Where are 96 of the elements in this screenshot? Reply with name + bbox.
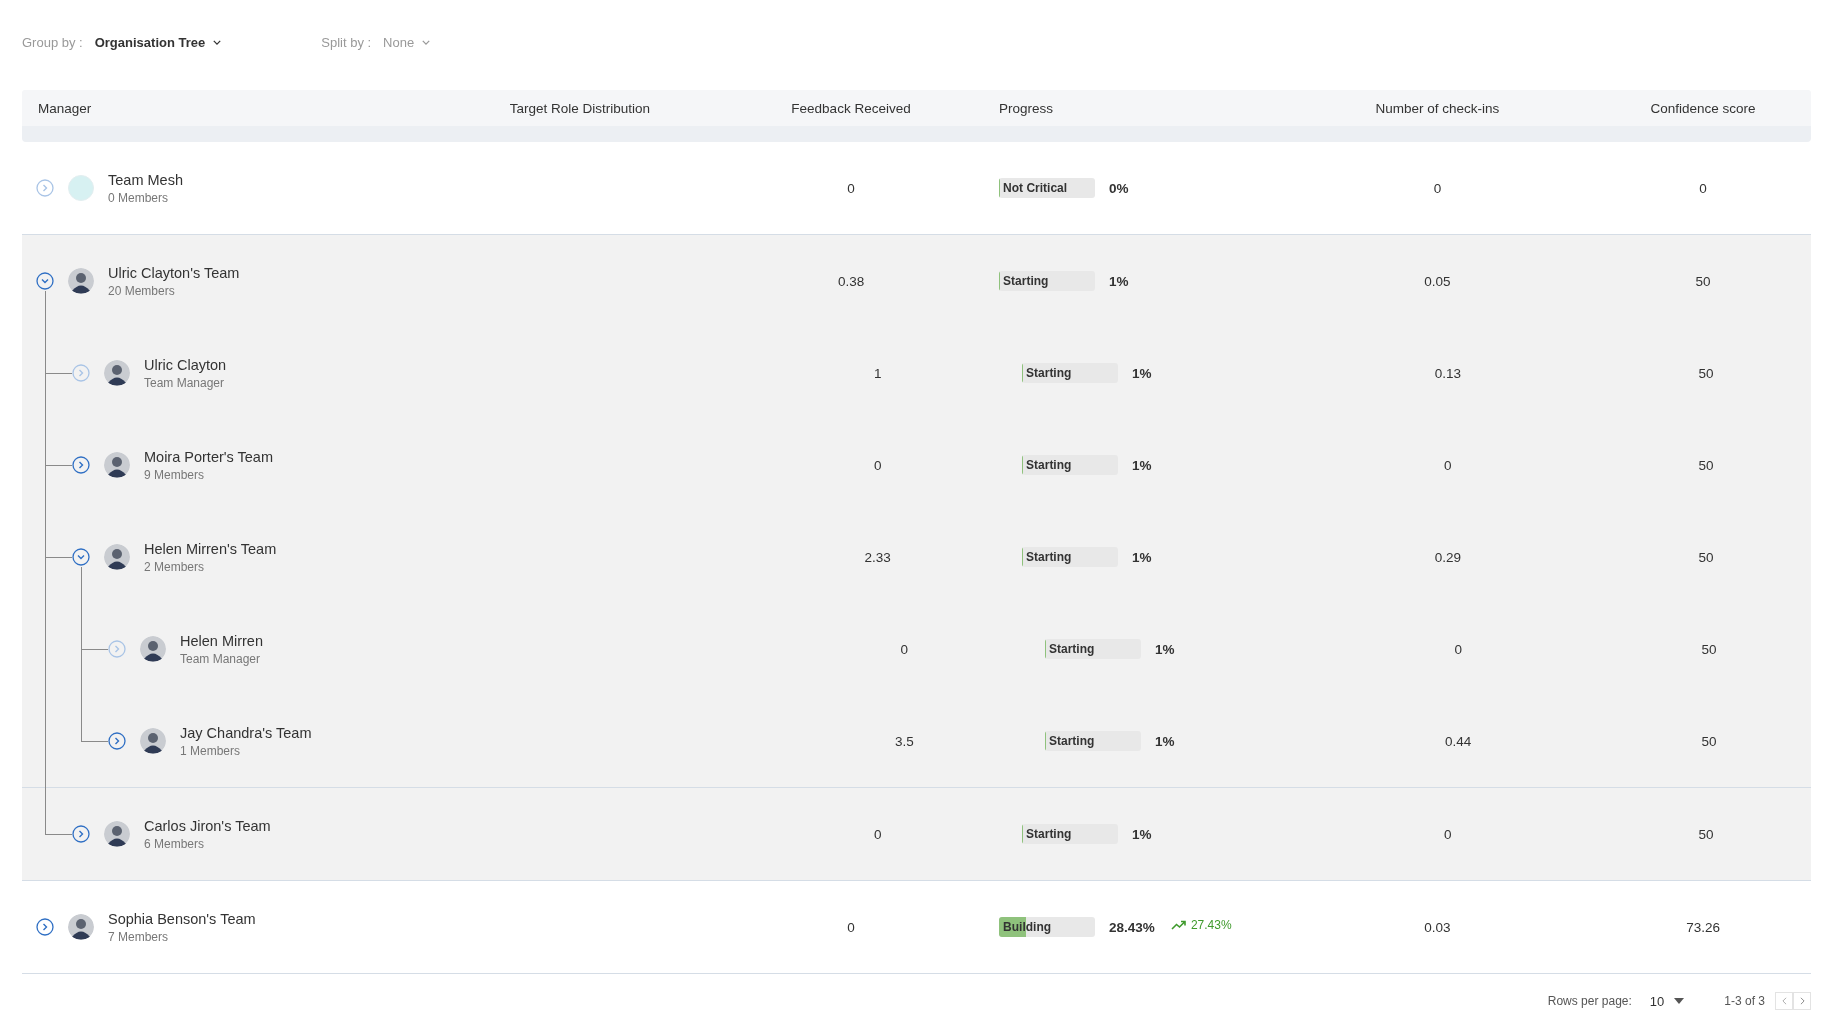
- team-name: Carlos Jiron's Team: [144, 817, 271, 834]
- checkins-value: 0: [1433, 180, 1442, 196]
- feedback-value: 0: [847, 919, 855, 935]
- member-count: 1 Members: [180, 743, 242, 758]
- avatar-icon: [68, 268, 94, 294]
- avatar-icon: [140, 636, 166, 662]
- expand-toggle[interactable]: [72, 456, 90, 474]
- feedback-value: 1: [873, 365, 882, 381]
- expand-toggle[interactable]: [36, 272, 54, 290]
- confidence-value: 50: [1701, 733, 1717, 749]
- avatar-icon: [104, 544, 130, 570]
- feedback-value: 0.38: [837, 273, 865, 289]
- column-header: Progress: [999, 100, 1054, 116]
- checkins-value: 0.44: [1445, 733, 1472, 749]
- feedback-value: 0: [873, 457, 882, 473]
- feedback-value: 0: [873, 826, 882, 842]
- expand-toggle[interactable]: [72, 825, 90, 843]
- progress-badge: Not Critical: [999, 178, 1096, 198]
- confidence-value: 50: [1698, 457, 1714, 473]
- column-header: Manager: [38, 100, 92, 116]
- team-avatar: [68, 175, 94, 201]
- chevron-down-icon: [213, 39, 222, 45]
- expand-toggle[interactable]: [36, 918, 54, 936]
- confidence-value: 50: [1701, 641, 1717, 657]
- checkins-value: 0.29: [1434, 549, 1461, 565]
- trend-value: 27.43%: [1190, 918, 1232, 932]
- member-count: 20 Members: [108, 283, 176, 298]
- member-count: 7 Members: [108, 929, 170, 944]
- team-name: Ulric Clayton: [144, 356, 227, 373]
- avatar-icon: [104, 360, 130, 386]
- team-name: Helen Mirren: [180, 632, 263, 649]
- confidence-value: 50: [1695, 273, 1711, 289]
- team-name: Ulric Clayton's Team: [108, 264, 240, 281]
- chevron-down-icon: [422, 39, 431, 45]
- progress-percent: 1%: [1155, 641, 1175, 657]
- confidence-value: 50: [1698, 549, 1714, 565]
- progress-percent: 1%: [1109, 273, 1129, 289]
- progress-badge: Starting: [999, 271, 1096, 291]
- feedback-value: 3.5: [894, 733, 914, 749]
- checkins-value: 0: [1454, 641, 1462, 657]
- progress-badge: Starting: [1022, 824, 1119, 844]
- progress-badge: Starting: [1022, 363, 1119, 383]
- progress-badge: Starting: [1045, 731, 1141, 751]
- progress-percent: 1%: [1155, 733, 1175, 749]
- column-header: Feedback Received: [791, 100, 911, 116]
- avatar-icon: [104, 821, 130, 847]
- expand-toggle[interactable]: [72, 548, 90, 566]
- feedback-value: 0: [900, 641, 909, 657]
- progress-badge: Starting: [1022, 547, 1119, 567]
- progress-badge: Starting: [1022, 455, 1119, 475]
- feedback-value: 0: [847, 180, 855, 196]
- checkins-value: 0: [1444, 457, 1452, 473]
- rows-per-page-label: Rows per page:: [1547, 994, 1632, 1008]
- avatar-icon: [104, 452, 130, 478]
- trend-up-icon: [1170, 919, 1187, 931]
- progress-percent: 1%: [1132, 826, 1152, 842]
- split-by-label: Split by :: [321, 34, 372, 50]
- member-count: 0 Members: [108, 190, 170, 205]
- progress-percent: 0%: [1109, 180, 1129, 196]
- checkins-value: 0.05: [1424, 273, 1451, 289]
- member-count: 6 Members: [144, 836, 206, 851]
- team-name: Helen Mirren's Team: [144, 540, 277, 557]
- confidence-value: 0: [1699, 180, 1707, 196]
- member-count: Team Manager: [144, 375, 226, 390]
- chevron-left-icon: [1781, 997, 1787, 1005]
- progress-badge: Starting: [1045, 639, 1141, 659]
- checkins-value: 0: [1444, 826, 1452, 842]
- confidence-value: 73.26: [1686, 919, 1720, 935]
- member-count: 2 Members: [144, 559, 206, 574]
- confidence-value: 50: [1698, 365, 1714, 381]
- member-count: Team Manager: [180, 651, 262, 666]
- group-by-label: Group by :: [22, 34, 83, 50]
- caret-down-icon: [1674, 998, 1685, 1004]
- expand-toggle[interactable]: [108, 732, 126, 750]
- page-range: 1-3 of 3: [1724, 994, 1765, 1008]
- column-header: Target Role Distribution: [509, 100, 651, 116]
- member-count: 9 Members: [144, 467, 206, 482]
- team-name: Sophia Benson's Team: [108, 910, 256, 927]
- group-by-dropdown[interactable]: Organisation Tree: [94, 34, 222, 50]
- column-header: Confidence score: [1650, 100, 1756, 116]
- rows-per-page-dropdown[interactable]: 10: [1649, 993, 1685, 1009]
- avatar-icon: [68, 914, 94, 940]
- progress-percent: 28.43%: [1109, 919, 1155, 935]
- team-name: Jay Chandra's Team: [180, 724, 312, 741]
- column-header: Number of check-ins: [1375, 100, 1500, 116]
- avatar-icon: [140, 728, 166, 754]
- team-name: Moira Porter's Team: [144, 448, 273, 465]
- team-name: Team Mesh: [108, 171, 183, 188]
- checkins-value: 0.03: [1424, 919, 1451, 935]
- progress-percent: 1%: [1132, 457, 1152, 473]
- confidence-value: 50: [1698, 826, 1714, 842]
- feedback-value: 2.33: [864, 549, 891, 565]
- progress-percent: 1%: [1132, 549, 1152, 565]
- checkins-value: 0.13: [1434, 365, 1461, 381]
- chevron-right-icon: [1799, 997, 1805, 1005]
- progress-percent: 1%: [1132, 365, 1152, 381]
